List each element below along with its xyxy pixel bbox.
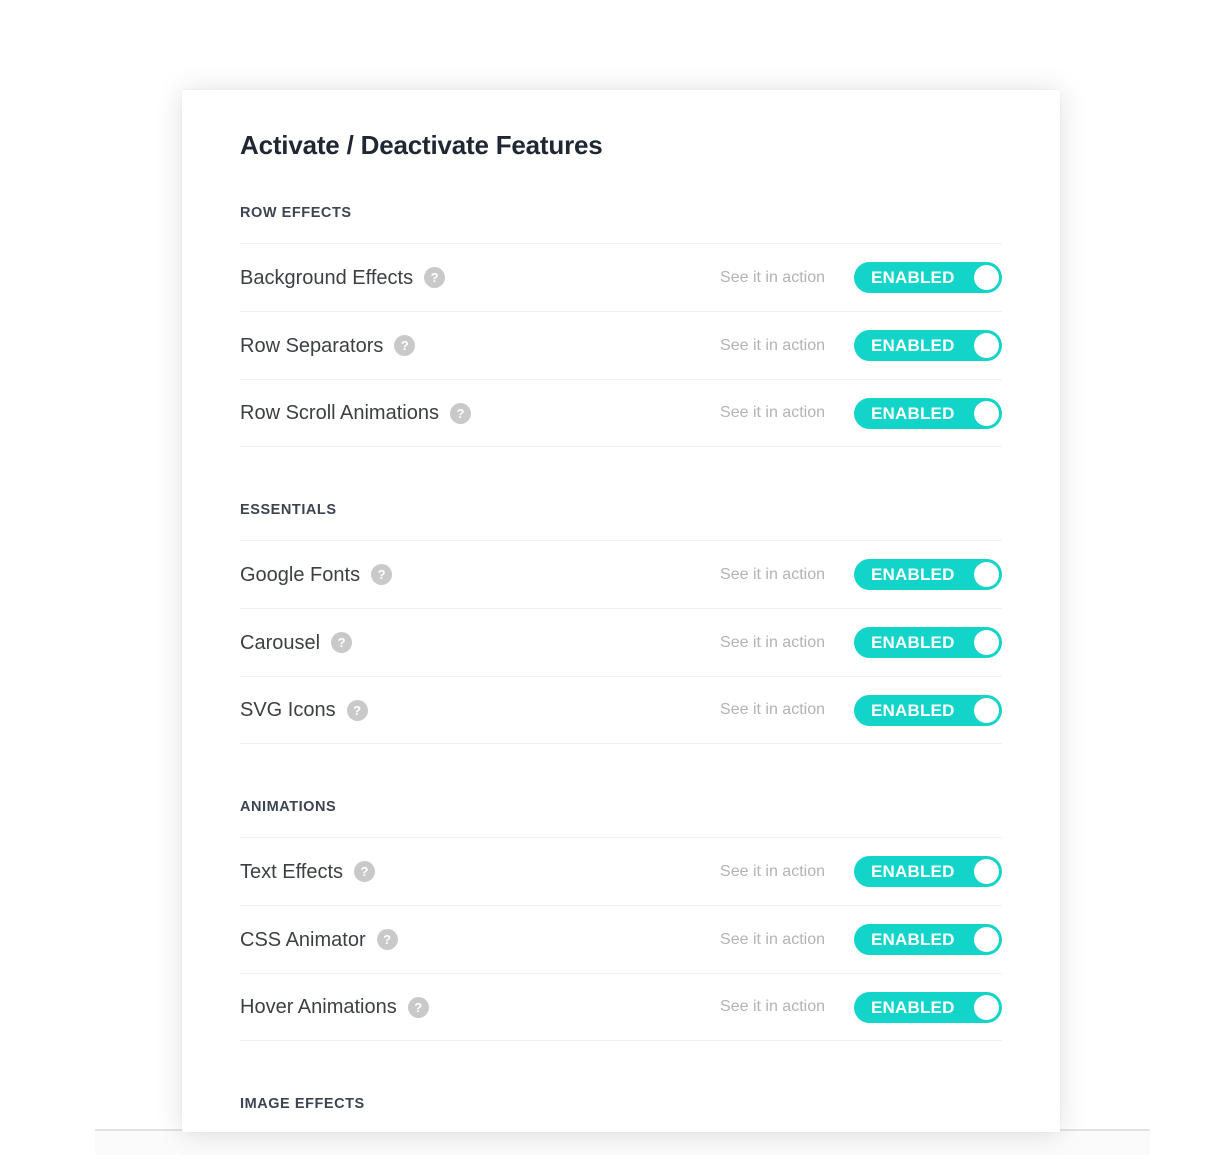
- toggle-state-label: ENABLED: [871, 336, 955, 356]
- page-under-area: [95, 1131, 1150, 1155]
- help-question-icon[interactable]: ?: [376, 929, 398, 951]
- toggle-knob[interactable]: [974, 400, 999, 426]
- feature-row: Row Scroll Animations? See it in action EN…: [240, 379, 1002, 448]
- feature-toggle[interactable]: ENABLED: [854, 856, 1002, 888]
- feature-toggle[interactable]: ENABLED: [854, 924, 1002, 956]
- toggle-knob[interactable]: [974, 562, 999, 588]
- help-question-icon[interactable]: ?: [346, 699, 368, 721]
- feature-row: Background Effects? See it in action ENABL…: [240, 243, 1002, 311]
- feature-sections: ROW EFFECTS Background Effects? See it in …: [240, 161, 1002, 1132]
- help-question-icon[interactable]: ?: [354, 861, 376, 883]
- help-question-icon[interactable]: ?: [394, 335, 416, 357]
- toggle-knob[interactable]: [974, 859, 999, 885]
- toggle-state-label: ENABLED: [871, 268, 955, 288]
- see-it-in-action-link[interactable]: See it in action: [720, 269, 825, 286]
- features-card: Activate / Deactivate Features ROW EFFEC…: [182, 90, 1060, 1132]
- feature-label: Hover Animations: [240, 996, 397, 1019]
- feature-label: Background Effects: [240, 266, 414, 289]
- page-title: Activate / Deactivate Features: [240, 130, 603, 160]
- feature-row: Text Effects? See it in action ENABLED: [240, 837, 1002, 905]
- toggle-knob[interactable]: [974, 697, 999, 723]
- help-question-icon[interactable]: ?: [331, 632, 353, 654]
- feature-row: SVG Icons? See it in action ENABLED: [240, 676, 1002, 745]
- toggle-knob[interactable]: [974, 630, 999, 656]
- feature-toggle[interactable]: ENABLED: [854, 397, 1002, 429]
- feature-label: Carousel: [240, 631, 321, 654]
- feature-section: ANIMATIONS Text Effects? See it in action E…: [240, 744, 1002, 1042]
- see-it-in-action-link[interactable]: See it in action: [720, 999, 825, 1015]
- toggle-state-label: ENABLED: [871, 403, 955, 423]
- feature-label: Row Separators: [240, 334, 384, 357]
- see-it-in-action-link[interactable]: See it in action: [720, 702, 825, 718]
- see-it-in-action-link[interactable]: See it in action: [720, 337, 825, 354]
- help-question-icon[interactable]: ?: [371, 564, 393, 586]
- feature-toggle[interactable]: ENABLED: [854, 262, 1002, 294]
- toggle-state-label: ENABLED: [871, 862, 955, 882]
- toggle-state-label: ENABLED: [871, 930, 955, 950]
- toggle-knob[interactable]: [974, 994, 999, 1020]
- toggle-knob[interactable]: [974, 333, 999, 359]
- section-header: ANIMATIONS: [240, 799, 337, 816]
- feature-label: SVG Icons: [240, 699, 336, 722]
- section-header: ROW EFFECTS: [240, 205, 352, 222]
- see-it-in-action-link[interactable]: See it in action: [720, 566, 825, 583]
- feature-label: CSS Animator: [240, 928, 366, 951]
- see-it-in-action-link[interactable]: See it in action: [720, 863, 825, 880]
- toggle-knob[interactable]: [974, 265, 999, 291]
- feature-section: ESSENTIALS Google Fonts? See it in action E…: [240, 447, 1002, 745]
- feature-row: Google Fonts? See it in action ENABLED: [240, 540, 1002, 608]
- section-header: IMAGE EFFECTS: [240, 1096, 365, 1113]
- feature-label: Text Effects: [240, 860, 344, 883]
- help-question-icon[interactable]: ?: [449, 402, 471, 424]
- feature-label: Google Fonts: [240, 563, 361, 586]
- help-question-icon[interactable]: ?: [424, 267, 446, 289]
- feature-toggle[interactable]: ENABLED: [854, 627, 1002, 659]
- toggle-knob[interactable]: [974, 927, 999, 953]
- feature-section: ROW EFFECTS Background Effects? See it in …: [240, 161, 1002, 448]
- feature-row: Hover Animations? See it in action ENABLED: [240, 973, 1002, 1042]
- feature-toggle[interactable]: ENABLED: [854, 330, 1002, 362]
- toggle-state-label: ENABLED: [871, 565, 955, 585]
- feature-toggle[interactable]: ENABLED: [854, 991, 1002, 1023]
- see-it-in-action-link[interactable]: See it in action: [720, 634, 825, 651]
- toggle-state-label: ENABLED: [871, 997, 955, 1017]
- toggle-state-label: ENABLED: [871, 633, 955, 653]
- feature-label: Row Scroll Animations: [240, 402, 439, 425]
- section-header: ESSENTIALS: [240, 502, 337, 519]
- see-it-in-action-link[interactable]: See it in action: [720, 405, 825, 421]
- features-card-body: Activate / Deactivate Features ROW EFFEC…: [182, 90, 1060, 1132]
- feature-row: CSS Animator? See it in action ENABLED: [240, 905, 1002, 973]
- feature-row: Carousel? See it in action ENABLED: [240, 608, 1002, 676]
- feature-toggle[interactable]: ENABLED: [854, 559, 1002, 591]
- feature-row: Row Separators? See it in action ENABLED: [240, 311, 1002, 379]
- toggle-state-label: ENABLED: [871, 700, 955, 720]
- help-question-icon[interactable]: ?: [407, 996, 429, 1018]
- feature-section: IMAGE EFFECTSDevice Mockups?See it in ac…: [240, 1041, 1002, 1132]
- feature-toggle[interactable]: ENABLED: [854, 694, 1002, 726]
- see-it-in-action-link[interactable]: See it in action: [720, 931, 825, 948]
